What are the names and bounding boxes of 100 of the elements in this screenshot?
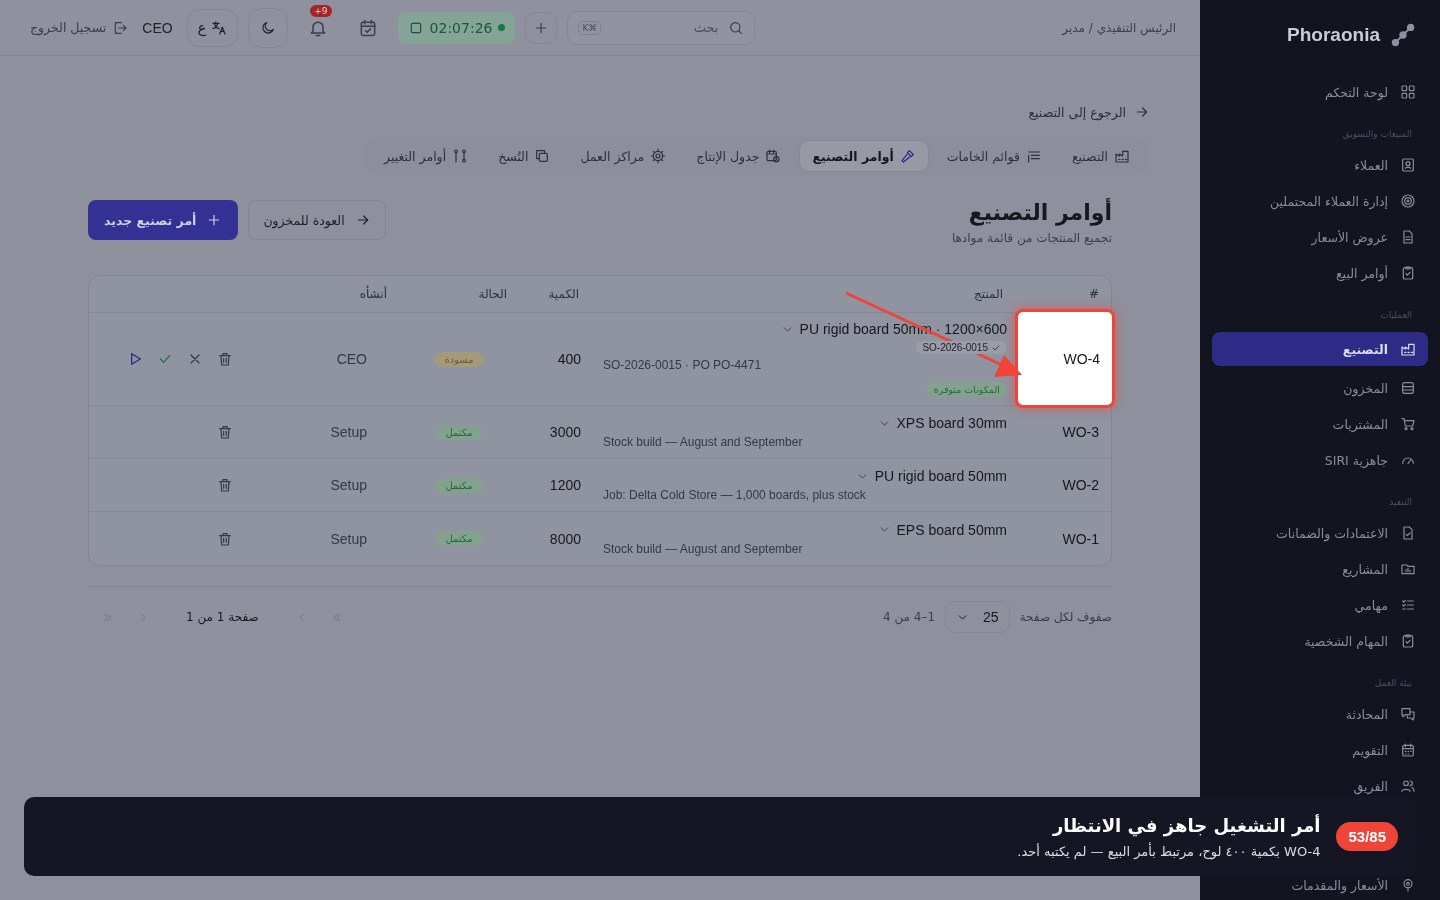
calendar-clock-icon: [765, 148, 782, 164]
table-cell-text: Setup: [329, 424, 368, 440]
factory-icon: [1114, 148, 1130, 164]
language-button[interactable]: ع: [186, 8, 238, 47]
tab[interactable]: النُسخ: [486, 140, 563, 172]
table-cell: WO-4: [1015, 309, 1115, 408]
people-icon: [1400, 778, 1416, 794]
section-label: المبيعات والتسويق: [1341, 129, 1413, 139]
logout-link[interactable]: تسجيل الخروج: [30, 19, 129, 36]
table-cell-text: 8000: [548, 530, 582, 547]
page-subtitle: تجميع المنتجات من قائمة موادها: [951, 231, 1112, 245]
table-cell-text: Setup: [329, 530, 368, 547]
product-note: Stock build — August and September: [603, 435, 803, 449]
gear-icon: [650, 148, 667, 164]
sidebar-item[interactable]: عروض الأسعار: [1212, 223, 1428, 251]
status-badge: مكتمل: [435, 531, 483, 546]
new-order-button[interactable]: أمر تصنيع جديد: [88, 200, 239, 240]
brand-name: Phoraonia: [1287, 24, 1380, 46]
tab[interactable]: قوائم الخامات: [934, 140, 1054, 172]
clipboard-icon: [1400, 633, 1416, 649]
product-name[interactable]: EPS board 50mm: [877, 521, 1007, 538]
breadcrumb: الرئيس التنفيذي / مدير: [1062, 20, 1176, 35]
search-input[interactable]: بحث: [609, 19, 721, 36]
sidebar-item[interactable]: لوحة التحكم: [1212, 78, 1428, 106]
chat-icon: [1400, 706, 1416, 722]
tab[interactable]: التصنيع: [1059, 140, 1142, 172]
calendar-icon: [1400, 742, 1416, 758]
sidebar-item[interactable]: أوامر البيع: [1212, 259, 1428, 287]
add-button[interactable]: [525, 11, 558, 44]
table-cell-text: WO-1: [1061, 530, 1100, 547]
tab[interactable]: أوامر التغيير: [372, 140, 481, 172]
sidebar-item[interactable]: مهامي: [1212, 591, 1428, 619]
contact-card-icon: [1400, 157, 1416, 173]
sidebar-item[interactable]: المخزون: [1212, 374, 1428, 402]
rows-per-page-select[interactable]: 25: [945, 601, 1010, 633]
status-dot: [498, 24, 506, 31]
tab[interactable]: جدول الإنتاج: [684, 140, 794, 172]
copy-icon: [534, 148, 551, 164]
shortcut-key: K⌘: [578, 20, 602, 35]
logout-icon: [112, 19, 129, 36]
check-icon: [991, 342, 1001, 353]
sidebar-item[interactable]: المهام الشخصية: [1212, 627, 1428, 655]
sidebar-item[interactable]: الفريق: [1212, 772, 1428, 800]
logo-icon: [1390, 22, 1416, 48]
delete-icon: [217, 351, 233, 367]
status-badge: مكتمل: [435, 477, 483, 493]
arrow-icon: [1134, 104, 1150, 120]
product-name[interactable]: XPS board 30mm: [877, 415, 1007, 431]
step-counter: 53/85: [1336, 822, 1398, 851]
table-cell-text: WO-3: [1061, 424, 1100, 440]
table-cell-text: Setup: [329, 477, 368, 493]
column-header: المنتج: [973, 287, 1004, 301]
translate-icon: [210, 19, 227, 36]
table-cell-text: CEO: [335, 351, 368, 367]
folder-chart-icon: [1400, 561, 1416, 577]
delete-icon: [217, 424, 233, 440]
section-label: بيئة العمل: [1373, 678, 1413, 688]
sidebar-item[interactable]: إدارة العملاء المحتملين: [1212, 187, 1428, 215]
product-note: SO-2026-0015 · PO PO-4471: [603, 358, 762, 372]
sidebar-item[interactable]: الاعتمادات والضمانات: [1212, 519, 1428, 547]
sidebar-item[interactable]: العملاء: [1212, 151, 1428, 179]
section-label: التنفيذ: [1388, 497, 1413, 507]
target-icon: [1400, 193, 1416, 209]
table-cell-text: WO-2: [1061, 477, 1100, 493]
clipboard-icon: [1400, 265, 1416, 281]
inventory-button[interactable]: العودة للمخزون: [248, 200, 386, 240]
pin-icon: [1400, 877, 1416, 893]
factory-icon: [1400, 341, 1416, 357]
table-cell-text: 3000: [548, 424, 582, 440]
sidebar-item[interactable]: التصنيع: [1212, 332, 1428, 366]
tab[interactable]: مراكز العمل: [568, 140, 679, 172]
moon-icon: [259, 19, 276, 36]
back-link[interactable]: الرجوع إلى التصنيع: [1028, 104, 1150, 120]
sidebar-item[interactable]: المشاريع: [1212, 555, 1428, 583]
checklist-icon: [1400, 597, 1416, 613]
search-icon: [728, 19, 745, 36]
sidebar-item[interactable]: جاهزية SIRI: [1212, 446, 1428, 474]
delete-icon: [217, 530, 233, 547]
sidebar-item[interactable]: المحادثة: [1212, 700, 1428, 728]
section-label: العمليات: [1379, 310, 1413, 320]
sidebar-item[interactable]: التقويم: [1212, 736, 1428, 764]
timer-button[interactable]: 02:07:26: [397, 11, 516, 44]
user-name: CEO: [141, 19, 174, 36]
table-cell-text: 400: [556, 351, 582, 367]
product-note: Job: Delta Cold Store — 1,000 boards, plus stock: [603, 488, 866, 502]
theme-button[interactable]: [247, 7, 288, 48]
order-tag: SO-2026-0015: [916, 341, 1007, 354]
sidebar-item[interactable]: المشتريات: [1212, 410, 1428, 438]
sidebar-item[interactable]: الأسعار والمقدمات: [1212, 876, 1428, 894]
list-icon: [1025, 148, 1042, 164]
rows-per-page-label: صفوف لكل صفحة: [1019, 610, 1112, 624]
hammer-icon: [899, 148, 916, 164]
column-header: #: [1087, 287, 1100, 301]
column-header: الحالة: [477, 287, 508, 301]
page-range: 1–4 من 4: [882, 610, 936, 624]
page-title: أوامر التصنيع: [967, 200, 1112, 225]
delete-icon: [217, 477, 233, 493]
product-name[interactable]: PU rigid board 50mm: [855, 468, 1007, 484]
notification-badge: +9: [310, 4, 332, 17]
tab[interactable]: أوامر التصنيع: [799, 140, 929, 172]
